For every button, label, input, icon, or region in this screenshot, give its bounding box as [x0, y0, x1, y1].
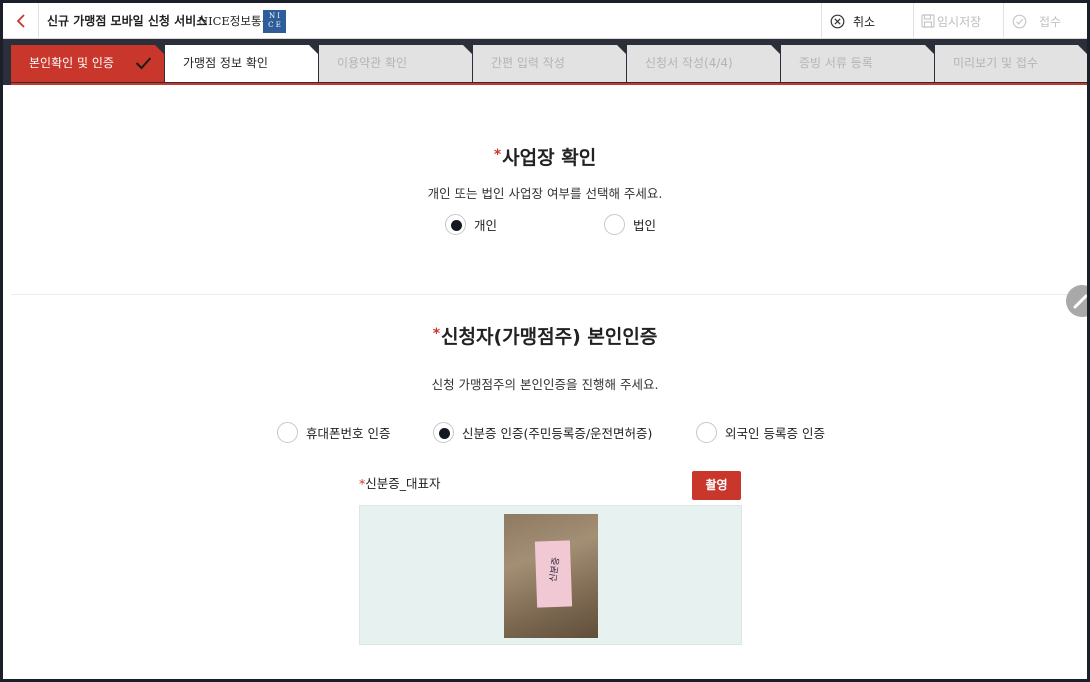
photo-handwriting: 신분증 [548, 556, 563, 583]
top-header: 신규 가맹점 모바일 신청 서비스 NICE정보통신 N I C E 취소 임시… [3, 3, 1087, 39]
step-preview-submit[interactable]: 미리보기 및 접수 [935, 45, 1087, 82]
back-button[interactable] [3, 3, 39, 39]
step-terms[interactable]: 이용약관 확인 [319, 45, 472, 82]
id-card-photo: 신분증 [504, 514, 598, 638]
radio-label: 외국인 등록증 인증 [725, 426, 825, 441]
section-divider [11, 294, 1077, 295]
step-identity-verification[interactable]: 본인확인 및 인증 [11, 45, 164, 82]
save-icon [921, 14, 935, 28]
step-label: 증빙 서류 등록 [799, 56, 873, 70]
step-label: 미리보기 및 접수 [953, 56, 1038, 70]
radio-unchecked-icon [277, 422, 298, 443]
radio-label: 법인 [633, 218, 657, 233]
edit-floating-button[interactable] [1066, 285, 1087, 317]
radio-checked-icon [433, 422, 454, 443]
temp-save-label: 임시저장 [937, 14, 982, 29]
radio-label: 휴대폰번호 인증 [306, 426, 391, 441]
submit-button[interactable]: 접수 [1003, 3, 1087, 39]
radio-unchecked-icon [696, 422, 717, 443]
identity-section-title: *신청자(가맹점주) 본인인증 [3, 322, 1087, 349]
required-mark: * [432, 326, 441, 342]
cancel-button[interactable]: 취소 [821, 3, 913, 39]
radio-phone-verification[interactable]: 휴대폰번호 인증 [277, 422, 390, 443]
business-section-description: 개인 또는 법인 사업장 여부를 선택해 주세요. [427, 186, 663, 201]
logo-mark-bottom: C E [268, 21, 281, 29]
step-label: 이용약관 확인 [337, 56, 408, 70]
step-application-form[interactable]: 신청서 작성(4/4) [627, 45, 780, 82]
chevron-left-icon [16, 14, 25, 28]
step-progress-line [11, 83, 1087, 85]
identity-section-description: 신청 가맹점주의 본인인증을 진행해 주세요. [431, 377, 659, 392]
app-title: 신규 가맹점 모바일 신청 서비스 [47, 14, 208, 28]
step-documents[interactable]: 증빙 서류 등록 [781, 45, 934, 82]
check-circle-icon [1012, 14, 1027, 28]
step-navigation: 본인확인 및 인증 가맹점 정보 확인 이용약관 확인 간편 입력 작성 신청서… [3, 39, 1087, 85]
radio-individual[interactable]: 개인 [445, 214, 497, 235]
submit-label: 접수 [1039, 14, 1062, 29]
required-mark: * [493, 147, 502, 163]
radio-foreigner-card-verification[interactable]: 외국인 등록증 인증 [696, 422, 825, 443]
nice-logo-text: NICE정보통신 [198, 14, 273, 28]
step-merchant-info[interactable]: 가맹점 정보 확인 [165, 45, 318, 82]
radio-unchecked-icon [604, 214, 625, 235]
business-section-title: *사업장 확인 [3, 143, 1087, 170]
radio-id-card-verification[interactable]: 신분증 인증(주민등록증/운전면허증) [433, 422, 652, 443]
app-window: 신규 가맹점 모바일 신청 서비스 NICE정보통신 N I C E 취소 임시… [0, 0, 1090, 682]
business-title-text: 사업장 확인 [502, 147, 597, 169]
pencil-icon [1073, 294, 1087, 309]
step-label: 가맹점 정보 확인 [183, 56, 268, 70]
id-card-label-text: 신분증_대표자 [365, 476, 441, 491]
step-quick-input[interactable]: 간편 입력 작성 [473, 45, 626, 82]
temp-save-button[interactable]: 임시저장 [913, 3, 1003, 39]
step-label: 간편 입력 작성 [491, 56, 565, 70]
id-card-paper: 신분증 [534, 540, 573, 608]
id-card-field-label: *신분증_대표자 [359, 473, 441, 492]
radio-label: 신분증 인증(주민등록증/운전면허증) [462, 426, 653, 441]
id-card-preview[interactable]: 신분증 [359, 505, 742, 645]
radio-label: 개인 [474, 218, 498, 233]
capture-button[interactable]: 촬영 [692, 471, 741, 500]
close-circle-icon [830, 14, 845, 28]
logo-mark-top: N I [268, 12, 281, 20]
radio-checked-icon [445, 214, 466, 235]
radio-corporation[interactable]: 법인 [604, 214, 656, 235]
nice-logo-mark: N I C E [263, 10, 286, 33]
step-label: 본인확인 및 인증 [29, 56, 114, 70]
cancel-label: 취소 [853, 14, 876, 29]
check-icon [135, 56, 152, 70]
identity-title-text: 신청자(가맹점주) 본인인증 [441, 326, 658, 348]
step-label: 신청서 작성(4/4) [645, 56, 733, 70]
